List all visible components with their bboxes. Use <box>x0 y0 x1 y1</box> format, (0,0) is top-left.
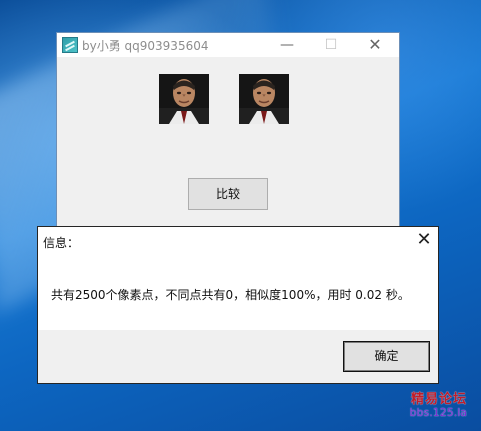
maximize-icon[interactable]: ☐ <box>309 33 353 57</box>
main-window-titlebar[interactable]: by小勇 qq903935604 — ☐ ✕ <box>57 33 399 57</box>
main-window: by小勇 qq903935604 — ☐ ✕ 比较 <box>56 32 400 232</box>
message-dialog: 信息： ✕ 共有2500个像素点，不同点共有0，相似度100%，用时 0.02 … <box>37 226 439 384</box>
watermark-main-text: 精易论坛 <box>410 392 467 407</box>
dialog-content-area: 信息： ✕ 共有2500个像素点，不同点共有0，相似度100%，用时 0.02 … <box>38 227 438 330</box>
portrait-right-svg <box>239 74 289 124</box>
left-portrait-image <box>159 74 209 124</box>
main-window-title: by小勇 qq903935604 <box>82 39 209 53</box>
dialog-title: 信息： <box>43 236 80 250</box>
ok-button[interactable]: 确定 <box>343 341 430 372</box>
close-icon[interactable]: ✕ <box>353 33 397 57</box>
minimize-icon[interactable]: — <box>265 33 309 57</box>
forum-watermark: 精易论坛 bbs.125.la <box>410 392 467 419</box>
portrait-left-svg <box>159 74 209 124</box>
compare-button[interactable]: 比较 <box>188 178 268 210</box>
close-icon[interactable]: ✕ <box>410 227 438 253</box>
dialog-message: 共有2500个像素点，不同点共有0，相似度100%，用时 0.02 秒。 <box>51 288 410 302</box>
app-logo-icon <box>62 37 78 53</box>
right-portrait-image <box>239 74 289 124</box>
watermark-sub-text: bbs.125.la <box>409 406 467 419</box>
